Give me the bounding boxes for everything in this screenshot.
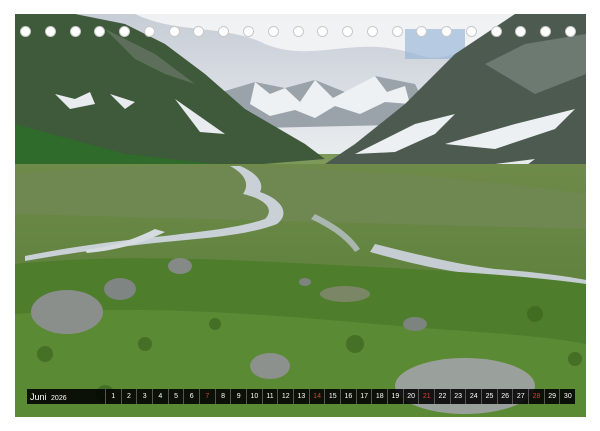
day-cell: 5 xyxy=(167,389,184,404)
binding-hole xyxy=(143,26,155,37)
day-cell: 19 xyxy=(387,389,403,404)
binding-hole xyxy=(292,26,304,37)
binding-hole xyxy=(267,26,279,37)
day-cell: 21 xyxy=(418,389,434,404)
binding-hole xyxy=(168,26,180,37)
binding-hole xyxy=(242,26,254,37)
day-cell: 1 xyxy=(105,389,121,404)
binding-hole xyxy=(565,26,576,37)
binding-hole xyxy=(342,26,354,37)
binding-hole xyxy=(317,26,329,37)
day-cell: 16 xyxy=(340,389,356,404)
day-cell: 10 xyxy=(246,389,262,404)
day-cell: 3 xyxy=(136,389,152,404)
binding-hole xyxy=(20,26,31,37)
day-cell: 23 xyxy=(449,389,466,404)
day-row: 1 2 3 4 5 6 7 8 9 10 11 12 13 14 15 16 17 18 19 20 21 22 23 24 2… xyxy=(105,389,575,404)
landscape-photo xyxy=(15,14,586,417)
year-text: 2026 xyxy=(51,394,67,402)
binding-hole xyxy=(193,26,205,37)
day-cell: 24 xyxy=(465,389,481,404)
day-cell: 28 xyxy=(528,389,544,404)
valley-landscape-illustration xyxy=(15,14,586,417)
day-cell: 12 xyxy=(277,389,293,404)
day-cell: 6 xyxy=(183,389,199,404)
day-cell: 7 xyxy=(199,389,215,404)
day-cell: 27 xyxy=(512,389,528,404)
day-cell: 11 xyxy=(261,389,278,404)
month-name-text: Juni xyxy=(30,391,47,402)
month-label: Juni 2026 xyxy=(27,392,105,402)
binding-hole xyxy=(94,26,106,37)
binding-hole xyxy=(119,26,131,37)
binding-hole xyxy=(515,26,527,37)
day-cell: 22 xyxy=(434,389,450,404)
binding-hole xyxy=(391,26,403,37)
day-cell: 29 xyxy=(543,389,560,404)
day-cell: 25 xyxy=(481,389,497,404)
binding-hole xyxy=(366,26,378,37)
day-cell: 17 xyxy=(355,389,372,404)
binding-hole xyxy=(69,26,81,37)
day-cell: 30 xyxy=(559,389,575,404)
spiral-binding-holes xyxy=(0,26,600,38)
binding-hole xyxy=(490,26,502,37)
day-cell: 4 xyxy=(152,389,168,404)
day-cell: 18 xyxy=(371,389,387,404)
binding-hole xyxy=(218,26,230,37)
binding-hole xyxy=(441,26,453,37)
day-cell: 8 xyxy=(214,389,231,404)
day-cell: 20 xyxy=(402,389,419,404)
binding-hole xyxy=(540,26,552,37)
day-cell: 15 xyxy=(324,389,340,404)
binding-hole xyxy=(44,26,56,37)
binding-hole xyxy=(416,26,428,37)
binding-hole xyxy=(465,26,477,37)
day-cell: 14 xyxy=(308,389,325,404)
day-cell: 9 xyxy=(230,389,246,404)
day-cell: 26 xyxy=(496,389,513,404)
day-cell: 2 xyxy=(120,389,137,404)
calendar-date-strip: Juni 2026 1 2 3 4 5 6 7 8 9 10 11 12 13 14 15 16 17 18 19 2… xyxy=(27,389,575,404)
day-cell: 13 xyxy=(293,389,309,404)
